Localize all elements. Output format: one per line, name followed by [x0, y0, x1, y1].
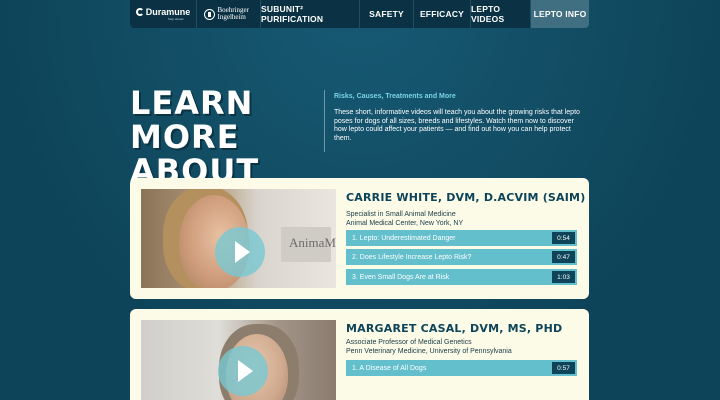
- page-title-line-1: LEARN MORE: [130, 84, 254, 156]
- boehringer-name: Boehringer Ingelheim: [217, 5, 250, 21]
- nav-subunit-purification[interactable]: SUBUNIT² PURIFICATION: [261, 0, 360, 28]
- nav-efficacy[interactable]: EFFICACY: [414, 0, 471, 28]
- doctor-title: Associate Professor of Medical Genetics: [346, 339, 472, 346]
- hero-divider: [324, 90, 325, 152]
- duramune-mark-icon: [135, 8, 144, 16]
- hero-description: These short, informative videos will tea…: [334, 109, 580, 142]
- video-link[interactable]: 1. Lepto: Underestimated Danger 0:54: [346, 230, 577, 246]
- video-thumbnail[interactable]: AnimaMe: [141, 189, 336, 288]
- video-duration: 0:47: [552, 251, 575, 263]
- video-duration: 1:03: [552, 271, 575, 283]
- video-link[interactable]: 3. Even Small Dogs Are at Risk 1:03: [346, 269, 577, 285]
- hero-subtitle: Risks, Causes, Treatments and More: [334, 93, 456, 100]
- video-duration: 0:57: [552, 362, 575, 374]
- doctor-affiliation: Animal Medical Center, New York, NY: [346, 220, 464, 227]
- doctor-card: MARGARET CASAL, DVM, MS, PHD Associate P…: [130, 309, 589, 400]
- video-thumbnail[interactable]: [141, 320, 336, 400]
- play-icon[interactable]: [215, 227, 265, 277]
- nav-safety[interactable]: SAFETY: [360, 0, 414, 28]
- doctor-name: CARRIE WHITE, DVM, D.ACVIM (SAIM): [346, 191, 586, 204]
- doctor-title: Specialist in Small Animal Medicine: [346, 211, 456, 218]
- duramune-logo[interactable]: Duramune Step ahead.: [130, 0, 197, 28]
- boehringer-mark-icon: [203, 8, 215, 20]
- video-link[interactable]: 1. A Disease of All Dogs 0:57: [346, 360, 577, 376]
- doctor-affiliation: Penn Veterinary Medicine, University of …: [346, 348, 512, 355]
- nav-lepto-videos[interactable]: LEPTO VIDEOS: [471, 0, 531, 28]
- video-link[interactable]: 2. Does Lifestyle Increase Lepto Risk? 0…: [346, 249, 577, 265]
- boehringer-logo[interactable]: Boehringer Ingelheim: [197, 0, 261, 28]
- play-icon[interactable]: [218, 346, 268, 396]
- doctor-card: AnimaMe CARRIE WHITE, DVM, D.ACVIM (SAIM…: [130, 178, 589, 299]
- thumbnail-sign: AnimaMe: [281, 227, 336, 262]
- video-title: 3. Even Small Dogs Are at Risk: [352, 273, 450, 281]
- video-duration: 0:54: [552, 232, 575, 244]
- video-title: 1. Lepto: Underestimated Danger: [352, 234, 456, 242]
- video-title: 1. A Disease of All Dogs: [352, 364, 427, 372]
- nav-lepto-info[interactable]: LEPTO INFO: [531, 0, 589, 28]
- video-title: 2. Does Lifestyle Increase Lepto Risk?: [352, 253, 472, 261]
- top-nav: Duramune Step ahead. Boehringer Ingelhei…: [130, 0, 589, 28]
- doctor-name: MARGARET CASAL, DVM, MS, PHD: [346, 322, 563, 335]
